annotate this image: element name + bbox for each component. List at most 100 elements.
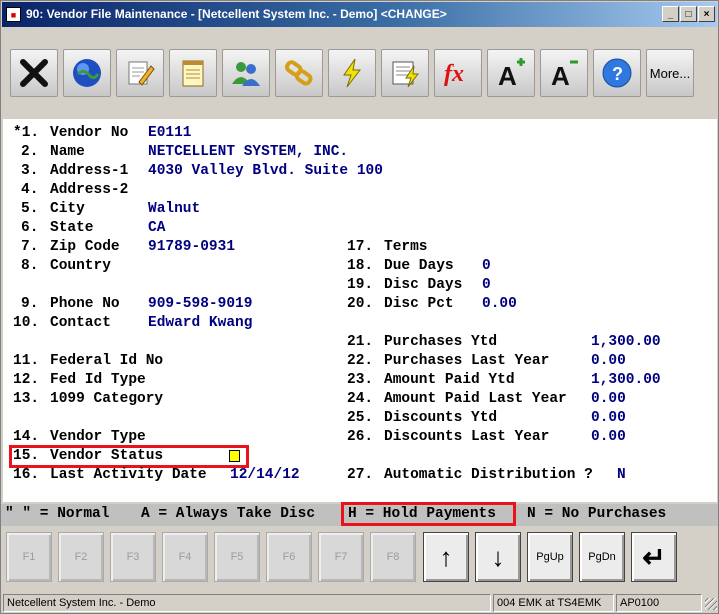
phone-no-value[interactable]: 909-598-9019 — [148, 295, 252, 314]
window-title: 90: Vendor File Maintenance - [Netcellen… — [26, 7, 447, 21]
enter-key[interactable]: ↵ — [631, 532, 677, 582]
field-label: Phone No — [50, 296, 120, 312]
contact-value[interactable]: Edward Kwang — [148, 314, 252, 333]
f6-key[interactable]: F6 — [266, 532, 312, 582]
amount-paid-last-year-value: 0.00 — [591, 391, 626, 407]
memo-button[interactable] — [169, 49, 217, 97]
field-num: 23. — [347, 372, 374, 388]
lightning-icon — [343, 58, 362, 88]
purchases-ytd-value: 1,300.00 — [591, 334, 661, 350]
field-label: Name — [50, 144, 85, 160]
field-label: Purchases Ytd — [384, 334, 498, 350]
more-button[interactable]: More... — [646, 49, 694, 97]
field-label: Disc Days — [384, 277, 463, 293]
decrease-font-icon: A — [551, 60, 578, 90]
up-arrow-icon: ↑ — [439, 541, 453, 572]
lightning-button[interactable] — [328, 49, 376, 97]
field-num: 2. — [21, 144, 39, 160]
legend-normal: " " = Normal — [5, 506, 110, 522]
field-num: 16. — [13, 467, 40, 483]
field-label: Vendor No — [50, 125, 129, 141]
contacts-button[interactable] — [222, 49, 270, 97]
more-label: More... — [649, 65, 691, 81]
exit-icon — [20, 59, 48, 87]
state-value[interactable]: CA — [148, 219, 165, 238]
city-value[interactable]: Walnut — [148, 200, 200, 219]
close-button[interactable]: × — [698, 6, 715, 22]
address-1-value[interactable]: 4030 Valley Blvd. Suite 100 — [148, 162, 383, 181]
svg-text:?: ? — [612, 64, 623, 84]
page-down-key[interactable]: PgDn — [579, 532, 625, 582]
page-up-label: PgUp — [536, 551, 564, 563]
svg-text:fx: fx — [444, 61, 464, 87]
field-label: Due Days — [384, 258, 454, 274]
resize-grip-icon[interactable] — [705, 598, 717, 610]
decrease-font-button[interactable]: A — [540, 49, 588, 97]
minimize-button[interactable]: _ — [662, 6, 679, 22]
f3-key[interactable]: F3 — [110, 532, 156, 582]
f4-key[interactable]: F4 — [162, 532, 208, 582]
legend-no-purchases: N = No Purchases — [527, 506, 667, 522]
page-up-key[interactable]: PgUp — [527, 532, 573, 582]
increase-font-button[interactable]: A — [487, 49, 535, 97]
minimize-icon: _ — [667, 8, 674, 20]
field-num: *1. — [13, 125, 40, 141]
status-bar: Netcellent System Inc. - Demo 004 EMK at… — [1, 594, 718, 613]
report-lightning-icon — [392, 61, 420, 88]
svg-text:A: A — [498, 61, 517, 90]
disc-pct-value[interactable]: 0.00 — [482, 295, 517, 314]
discounts-ytd-value: 0.00 — [591, 410, 626, 426]
function-icon: fx — [444, 61, 464, 87]
field-num: 7. — [21, 239, 39, 255]
up-arrow-key[interactable]: ↑ — [423, 532, 469, 582]
field-num: 3. — [21, 163, 39, 179]
svg-text:A: A — [551, 61, 570, 90]
status-company: Netcellent System Inc. - Demo — [3, 594, 491, 612]
field-label: Automatic Distribution ? — [384, 467, 593, 483]
field-label: Discounts Ytd — [384, 410, 498, 426]
field-num: 9. — [21, 296, 39, 312]
field-num: 12. — [13, 372, 40, 388]
field-num: 5. — [21, 201, 39, 217]
discounts-last-year-value: 0.00 — [591, 429, 626, 445]
internet-button[interactable] — [63, 49, 111, 97]
report-lightning-button[interactable] — [381, 49, 429, 97]
field-label: Amount Paid Ytd — [384, 372, 515, 388]
field-num: 22. — [347, 353, 374, 369]
vendor-status-input[interactable] — [229, 450, 240, 462]
field-num: 6. — [21, 220, 39, 236]
last-activity-date-value[interactable]: 12/14/12 — [230, 466, 300, 485]
f2-key[interactable]: F2 — [58, 532, 104, 582]
field-label: Fed Id Type — [50, 372, 146, 388]
zip-code-value[interactable]: 91789-0931 — [148, 238, 235, 257]
field-num: 11. — [13, 353, 40, 369]
vendor-no-value[interactable]: E0111 — [148, 124, 192, 143]
field-label: State — [50, 220, 94, 236]
links-icon — [284, 60, 313, 86]
f7-key[interactable]: F7 — [318, 532, 364, 582]
down-arrow-key[interactable]: ↓ — [475, 532, 521, 582]
edit-notes-button[interactable] — [116, 49, 164, 97]
exit-button[interactable] — [10, 49, 58, 97]
title-bar[interactable]: ■ 90: Vendor File Maintenance - [Netcell… — [2, 2, 717, 27]
function-button[interactable]: fx — [434, 49, 482, 97]
field-label: City — [50, 201, 85, 217]
maximize-button[interactable]: □ — [680, 6, 697, 22]
links-button[interactable] — [275, 49, 323, 97]
field-num: 15. — [13, 448, 40, 464]
app-icon: ■ — [6, 7, 21, 22]
f8-key[interactable]: F8 — [370, 532, 416, 582]
f1-key[interactable]: F1 — [6, 532, 52, 582]
field-num: 10. — [13, 315, 40, 331]
field-label: Purchases Last Year — [384, 353, 550, 369]
disc-days-value[interactable]: 0 — [482, 276, 491, 295]
name-value[interactable]: NETCELLENT SYSTEM, INC. — [148, 143, 348, 162]
field-num: 21. — [347, 334, 374, 350]
help-button[interactable]: ? — [593, 49, 641, 97]
field-label: Contact — [50, 315, 111, 331]
due-days-value[interactable]: 0 — [482, 257, 491, 276]
field-label: Address-1 — [50, 163, 129, 179]
f5-key[interactable]: F5 — [214, 532, 260, 582]
automatic-distribution-value[interactable]: N — [617, 466, 626, 485]
status-program: AP0100 — [616, 594, 702, 612]
